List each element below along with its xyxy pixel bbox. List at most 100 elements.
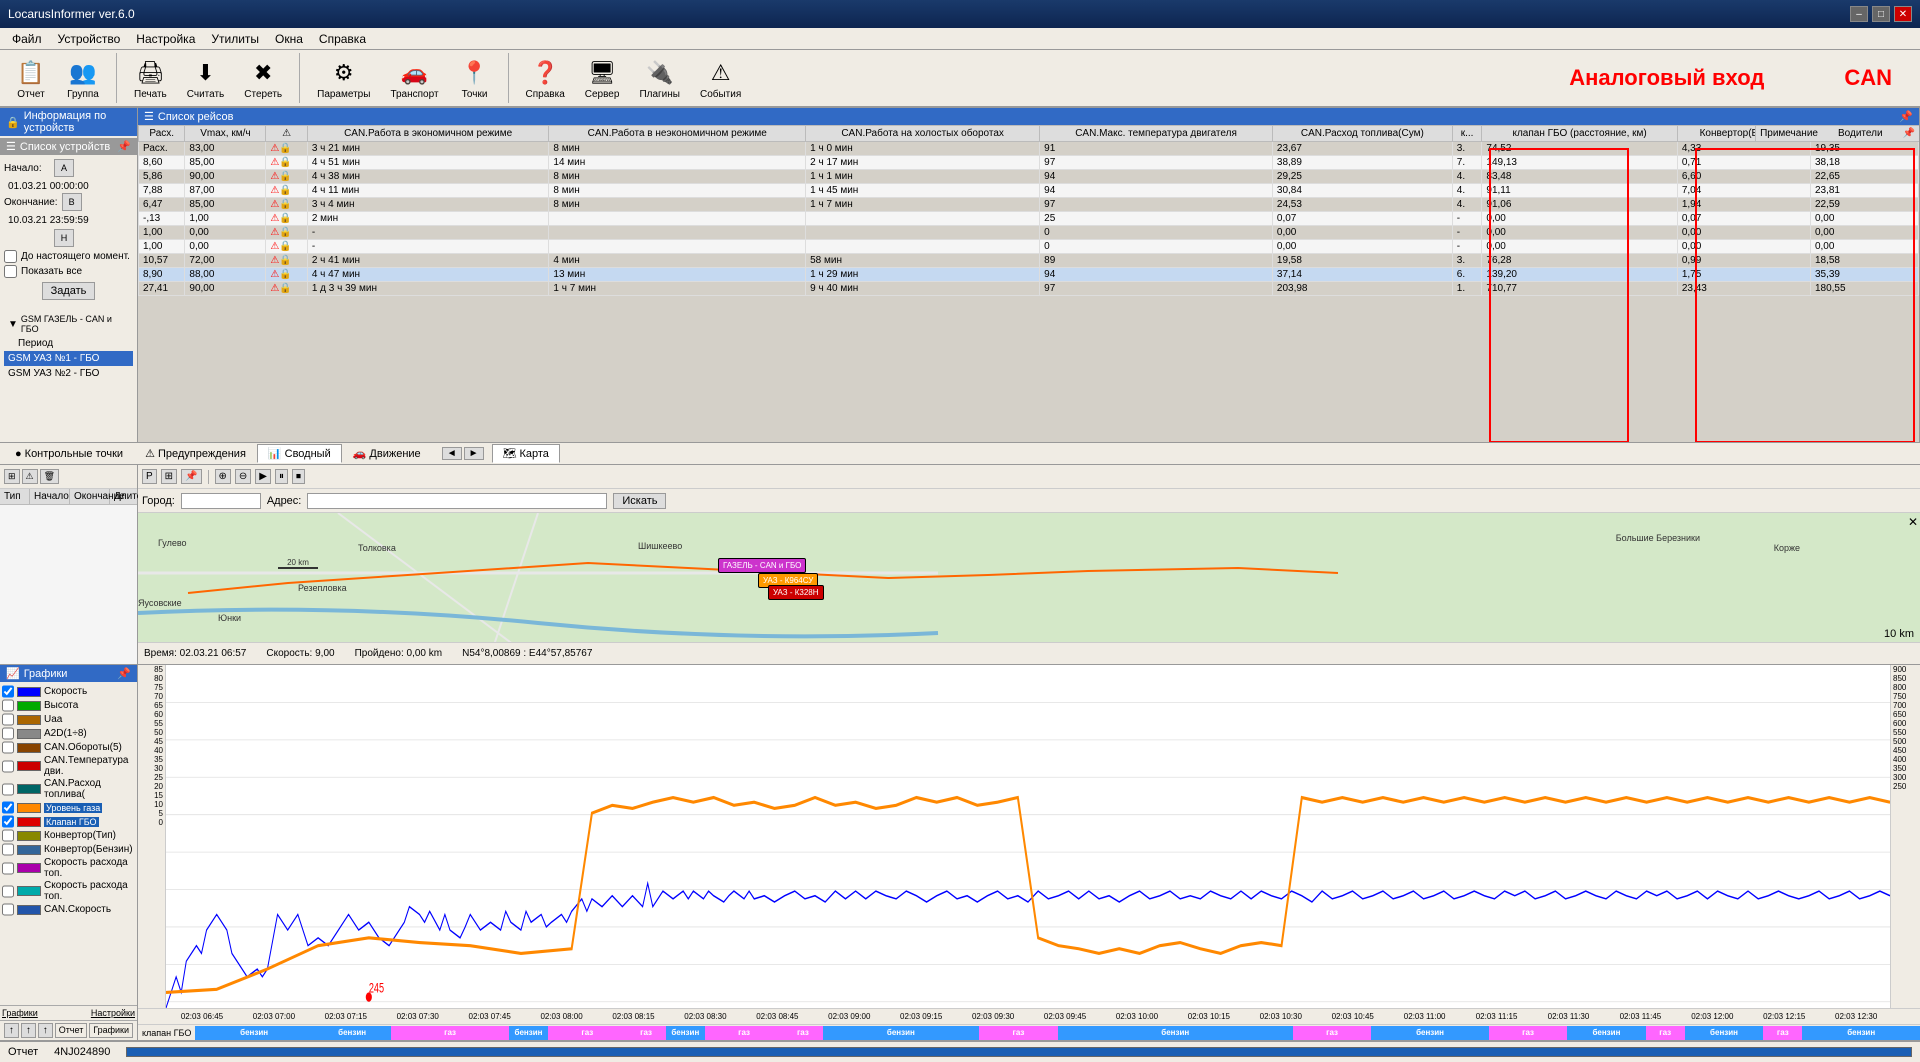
map-btn-2[interactable]: ⊞ — [161, 469, 177, 484]
tree-item-uaz1[interactable]: GSM УАЗ №1 - ГБО — [4, 351, 133, 366]
tab-control-points[interactable]: ● Контрольные точки — [4, 445, 134, 463]
graphs-pin-icon: 📌 — [117, 667, 131, 680]
graph-buttons-row: ↑ ↑ ↑ Отчет Графики — [0, 1020, 137, 1040]
graph-tab-btn2[interactable]: ↑ — [21, 1023, 36, 1038]
map-btn-3[interactable]: 📌 — [181, 469, 201, 484]
table-row[interactable]: 8,6085,00⚠🔒4 ч 51 мин14 мин2 ч 17 мин973… — [139, 156, 1919, 170]
legend-checkbox[interactable] — [2, 862, 14, 875]
toolbar-points-btn[interactable]: 📍 Точки — [452, 54, 498, 103]
col-rascx: Расх. — [139, 126, 185, 142]
h-btn[interactable]: H — [54, 229, 74, 247]
menu-utils[interactable]: Утилиты — [203, 30, 267, 48]
table-row[interactable]: 27,4190,00⚠🔒1 д 3 ч 39 мин1 ч 7 мин9 ч 4… — [139, 282, 1919, 296]
address-input[interactable] — [307, 493, 607, 509]
print-icon: 🖨 — [134, 57, 166, 89]
graph-tab-tab2[interactable]: Графики — [89, 1023, 133, 1038]
tab-warnings[interactable]: ⚠ Предупреждения — [134, 444, 257, 463]
toolbar-print-btn[interactable]: 🖨 Печать — [127, 54, 174, 103]
movement-del-btn[interactable]: 🗑 — [40, 469, 59, 484]
map-content[interactable]: Гулево Толковка Шишкеево Юнки Резепловка… — [138, 513, 1920, 642]
tree-item-period[interactable]: Период — [4, 336, 133, 351]
toolbar-plugins-btn[interactable]: 🔌 Плагины — [632, 54, 687, 103]
legend-checkbox[interactable] — [2, 885, 14, 898]
tab-summary[interactable]: 📊 Сводный — [257, 444, 342, 463]
table-row[interactable]: 6,4785,00⚠🔒3 ч 4 мин8 мин1 ч 7 мин9724,5… — [139, 198, 1919, 212]
toolbar-params-btn[interactable]: ⚙ Параметры — [310, 54, 377, 103]
legend-item: Конвертор(Тип) — [2, 829, 135, 842]
legend-checkbox[interactable] — [2, 815, 14, 828]
toolbar-events-btn[interactable]: ⚠ События — [693, 54, 748, 103]
col-k: к... — [1452, 126, 1482, 142]
table-row[interactable]: Расх.83,00⚠🔒3 ч 21 мин8 мин1 ч 0 мин9123… — [139, 142, 1919, 156]
legend-checkbox[interactable] — [2, 699, 14, 712]
menu-file[interactable]: Файл — [4, 30, 50, 48]
menu-device[interactable]: Устройство — [50, 30, 129, 48]
toolbar-transport-btn[interactable]: 🚗 Транспорт — [383, 54, 445, 103]
movement-warn-btn[interactable]: ⚠ — [22, 469, 38, 484]
toolbar-group-btn[interactable]: 👥 Группа — [60, 54, 106, 103]
minimize-btn[interactable]: – — [1850, 6, 1868, 22]
legend-checkbox[interactable] — [2, 829, 14, 842]
menu-settings[interactable]: Настройка — [128, 30, 203, 48]
toolbar-read-btn[interactable]: ⬇ Считать — [180, 54, 232, 103]
table-row[interactable]: 1,000,00⚠🔒-00,00-0,000,000,00 — [139, 240, 1919, 254]
end-b-btn[interactable]: B — [62, 193, 82, 211]
legend-checkbox[interactable] — [2, 685, 14, 698]
map-close-btn[interactable]: ✕ — [1908, 515, 1918, 529]
tree-item-gazel[interactable]: ▼ GSM ГАЗЕЛЬ - CAN и ГБО — [4, 312, 133, 336]
toolbar-server-btn[interactable]: 🖥 Сервер — [578, 54, 627, 103]
legend-checkbox[interactable] — [2, 741, 14, 754]
maximize-btn[interactable]: □ — [1872, 6, 1890, 22]
map-stop-btn[interactable]: ⏹ — [292, 469, 305, 484]
trips-table-scroll[interactable]: Расх. Vmax, км/ч ⚠ CAN.Работа в экономич… — [138, 125, 1919, 442]
table-row[interactable]: 5,8690,00⚠🔒4 ч 38 мин8 мин1 ч 1 мин9429,… — [139, 170, 1919, 184]
legend-color — [17, 715, 41, 725]
map-pause-btn[interactable]: ⏸ — [275, 469, 288, 484]
graph-tab-settings[interactable]: Настройки — [91, 1008, 135, 1018]
legend-checkbox[interactable] — [2, 783, 14, 796]
start-a-btn[interactable]: A — [54, 159, 74, 177]
tab-movement[interactable]: 🚗 Движение — [342, 444, 432, 463]
city-input[interactable] — [181, 493, 261, 509]
graph-tab-btn3[interactable]: ↑ — [38, 1023, 53, 1038]
menu-help[interactable]: Справка — [311, 30, 374, 48]
legend-checkbox[interactable] — [2, 727, 14, 740]
tab-prev-btn[interactable]: ◄ — [442, 447, 462, 460]
all-checkbox[interactable] — [4, 265, 17, 278]
graph-tab-graph[interactable]: Графики — [2, 1008, 38, 1018]
map-zoom-in-btn[interactable]: ⊕ — [215, 469, 231, 484]
status-bar: Отчет 4NJ024890 — [0, 1040, 1920, 1062]
legend-checkbox[interactable] — [2, 801, 14, 814]
menu-windows[interactable]: Окна — [267, 30, 311, 48]
tab-next-btn[interactable]: ► — [464, 447, 484, 460]
map-zoom-out-btn[interactable]: ⊖ — [235, 469, 251, 484]
graph-canvas[interactable]: 245 — [166, 665, 1890, 1008]
table-row[interactable]: 8,9088,00⚠🔒4 ч 47 мин13 мин1 ч 29 мин943… — [139, 268, 1919, 282]
graph-tab-tab1[interactable]: Отчет — [55, 1023, 88, 1038]
map-time: Время: 02.03.21 06:57 — [144, 648, 246, 659]
toolbar-erase-btn[interactable]: ✖ Стереть — [237, 54, 289, 103]
map-play-btn[interactable]: ▶ — [255, 469, 271, 484]
movement-nav-btn[interactable]: ⊞ — [4, 469, 20, 484]
close-btn[interactable]: ✕ — [1894, 6, 1912, 22]
table-row[interactable]: -,131,00⚠🔒2 мин250,07-0,000,070,00 — [139, 212, 1919, 226]
toolbar-help-btn[interactable]: ❓ Справка — [519, 54, 572, 103]
tab-map[interactable]: 🗺 Карта — [492, 444, 560, 463]
legend-checkbox[interactable] — [2, 713, 14, 726]
toolbar-report-btn[interactable]: 📋 Отчет — [8, 54, 54, 103]
legend-checkbox[interactable] — [2, 903, 14, 916]
table-row[interactable]: 7,8887,00⚠🔒4 ч 11 мин8 мин1 ч 45 мин9430… — [139, 184, 1919, 198]
zadach-button[interactable]: Задать — [42, 282, 96, 300]
map-search-btn[interactable]: Искать — [613, 493, 666, 509]
table-row[interactable]: 1,000,00⚠🔒-00,00-0,000,000,00 — [139, 226, 1919, 240]
graph-tab-btn1[interactable]: ↑ — [4, 1023, 19, 1038]
map-btn-1[interactable]: P — [142, 469, 157, 484]
trips-pin-icon: 📌 — [1899, 110, 1913, 123]
legend-color — [17, 743, 41, 753]
tree-item-uaz2[interactable]: GSM УАЗ №2 - ГБО — [4, 366, 133, 381]
legend-checkbox[interactable] — [2, 843, 14, 856]
legend-label: Скорость расхода топ. — [44, 880, 135, 902]
now-checkbox[interactable] — [4, 250, 17, 263]
table-row[interactable]: 10,5772,00⚠🔒2 ч 41 мин4 мин58 мин8919,58… — [139, 254, 1919, 268]
legend-checkbox[interactable] — [2, 760, 14, 773]
